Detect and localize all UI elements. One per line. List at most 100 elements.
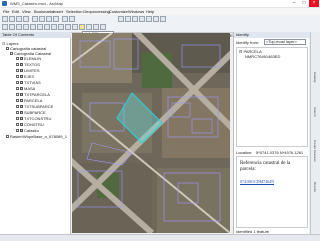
layer-label: TXTPARCELA xyxy=(24,92,50,97)
full-extent-icon[interactable] xyxy=(23,24,29,30)
toc-layer-ejes[interactable]: EJES xyxy=(16,74,34,79)
search-tab[interactable]: Search xyxy=(313,107,317,117)
raster-checkbox[interactable] xyxy=(6,135,9,139)
identify-popup: Referencia catastral de la parcela: 0741… xyxy=(236,156,308,228)
layer-checkbox[interactable] xyxy=(16,99,19,103)
layer-swatch xyxy=(20,75,23,79)
menu-file[interactable]: File xyxy=(3,9,9,14)
layer-label: Catastro xyxy=(24,128,40,133)
toc-layer-limites[interactable]: LIMITES xyxy=(16,68,40,73)
maximize-button[interactable]: □ xyxy=(299,0,309,7)
menu-selection[interactable]: Selection xyxy=(66,9,82,14)
sublayer-checkbox[interactable] xyxy=(10,52,13,56)
layer-checkbox[interactable] xyxy=(16,63,19,67)
right-dock-tabs: Catalog Search Create Features Results xyxy=(310,32,320,234)
menu-insert[interactable]: Insert xyxy=(53,9,63,14)
menu-bookmarks[interactable]: Bookmarks xyxy=(34,9,54,14)
add-data-icon[interactable] xyxy=(69,16,75,22)
layer-checkbox[interactable] xyxy=(16,57,19,61)
layer-checkbox[interactable] xyxy=(16,123,19,127)
arctoolbox-icon[interactable] xyxy=(146,16,152,22)
model-builder-icon[interactable] xyxy=(160,16,166,22)
search-icon[interactable] xyxy=(139,16,145,22)
layer-swatch xyxy=(20,63,23,67)
layer-label: CONSTRU xyxy=(24,122,44,127)
minimize-button[interactable]: – xyxy=(289,0,299,7)
editor-toolbar-icon[interactable] xyxy=(118,16,124,22)
layer-checkbox[interactable] xyxy=(16,93,19,97)
zoom-out-icon[interactable] xyxy=(9,24,15,30)
close-button[interactable]: × xyxy=(309,0,319,7)
menu-windows[interactable]: Windows xyxy=(128,9,144,14)
popup-link[interactable]: 0741001CDM7464N xyxy=(240,179,274,184)
layer-swatch xyxy=(20,81,23,85)
results-tab[interactable]: Results xyxy=(313,182,317,192)
toc-toggle-icon[interactable] xyxy=(125,16,131,22)
copy-icon[interactable] xyxy=(39,16,45,22)
print-icon[interactable] xyxy=(23,16,29,22)
toc-layer-textos[interactable]: TEXTOS xyxy=(16,62,40,67)
toc-layer-txtsubparce[interactable]: TXTSUBPARCE xyxy=(16,104,53,109)
group-checkbox[interactable] xyxy=(6,47,9,51)
identify-from-select[interactable]: <Top-most layer> xyxy=(264,39,306,45)
toc-layer-txtparcela[interactable]: TXTPARCELA xyxy=(16,92,50,97)
fixed-zoom-in-icon[interactable] xyxy=(30,24,36,30)
select-elements-icon[interactable] xyxy=(72,24,78,30)
create-features-tab[interactable]: Create Features xyxy=(313,140,317,162)
catalog-icon[interactable] xyxy=(132,16,138,22)
back-extent-icon[interactable] xyxy=(44,24,50,30)
layer-checkbox[interactable] xyxy=(16,111,19,115)
paste-icon[interactable] xyxy=(46,16,52,22)
find-icon[interactable] xyxy=(86,24,92,30)
toc-layer-elemlin[interactable]: ELEMLIN xyxy=(16,56,41,61)
identify-window: Identify Identify from: <Top-most layer>… xyxy=(233,32,310,234)
map-view[interactable] xyxy=(72,33,230,233)
hyperlink-icon[interactable] xyxy=(100,24,106,30)
toc-layer-parcela[interactable]: PARCELA xyxy=(16,98,42,103)
identify-icon[interactable] xyxy=(79,24,85,30)
layer-checkbox[interactable] xyxy=(16,117,19,121)
pan-icon[interactable] xyxy=(16,24,22,30)
tree-child-node[interactable]: NMRC76491463ED xyxy=(245,54,280,59)
save-icon[interactable] xyxy=(16,16,22,22)
clear-selection-icon[interactable] xyxy=(65,24,71,30)
zoom-in-icon[interactable] xyxy=(2,24,8,30)
layer-checkbox[interactable] xyxy=(16,81,19,85)
layer-label: TXTSUBPARCE xyxy=(24,104,54,109)
layer-label: TEXTOS xyxy=(24,62,40,67)
new-document-icon[interactable] xyxy=(2,16,8,22)
menu-view[interactable]: View xyxy=(22,9,31,14)
toc-layer-catastro[interactable]: Catastro xyxy=(16,128,39,133)
fixed-zoom-out-icon[interactable] xyxy=(37,24,43,30)
open-icon[interactable] xyxy=(9,16,15,22)
layer-swatch xyxy=(20,129,23,133)
measure-icon[interactable] xyxy=(93,24,99,30)
toc-raster-row[interactable]: Raster/WhpeBase_n_678089_1 xyxy=(6,134,67,139)
toc-layer-constru[interactable]: CONSTRU xyxy=(16,122,44,127)
menu-help[interactable]: Help xyxy=(146,9,154,14)
layer-swatch xyxy=(20,99,23,103)
toc-layer-masa[interactable]: MASA xyxy=(16,86,35,91)
menu-geoprocessing[interactable]: Geoprocessing xyxy=(83,9,110,14)
layer-checkbox[interactable] xyxy=(16,129,19,133)
cut-icon[interactable] xyxy=(32,16,38,22)
catalog-tab[interactable]: Catalog xyxy=(313,72,317,82)
forward-extent-icon[interactable] xyxy=(51,24,57,30)
menu-customize[interactable]: Customize xyxy=(109,9,128,14)
layer-checkbox[interactable] xyxy=(16,75,19,79)
layer-checkbox[interactable] xyxy=(16,87,19,91)
raster-label: Raster/WhpeBase_n_678089_1 xyxy=(10,134,67,139)
undo-icon[interactable] xyxy=(62,16,68,22)
toc-layer-txtvias[interactable]: TXTVIAS xyxy=(16,80,41,85)
layer-checkbox[interactable] xyxy=(16,105,19,109)
layer-checkbox[interactable] xyxy=(16,69,19,73)
delete-icon[interactable] xyxy=(53,16,59,22)
main-toolbar: 1:1.800 Georeferencing ▾ Editor ▾ xyxy=(0,15,320,38)
toc-layer-txtconstru[interactable]: TXTCONSTRU xyxy=(16,116,51,121)
menu-edit[interactable]: Edit xyxy=(12,9,19,14)
layer-label: MASA xyxy=(24,86,36,91)
identify-title: Identify xyxy=(234,32,310,38)
toc-layer-subparce[interactable]: SUBPARCE xyxy=(16,110,46,115)
select-features-icon[interactable] xyxy=(58,24,64,30)
python-icon[interactable] xyxy=(153,16,159,22)
